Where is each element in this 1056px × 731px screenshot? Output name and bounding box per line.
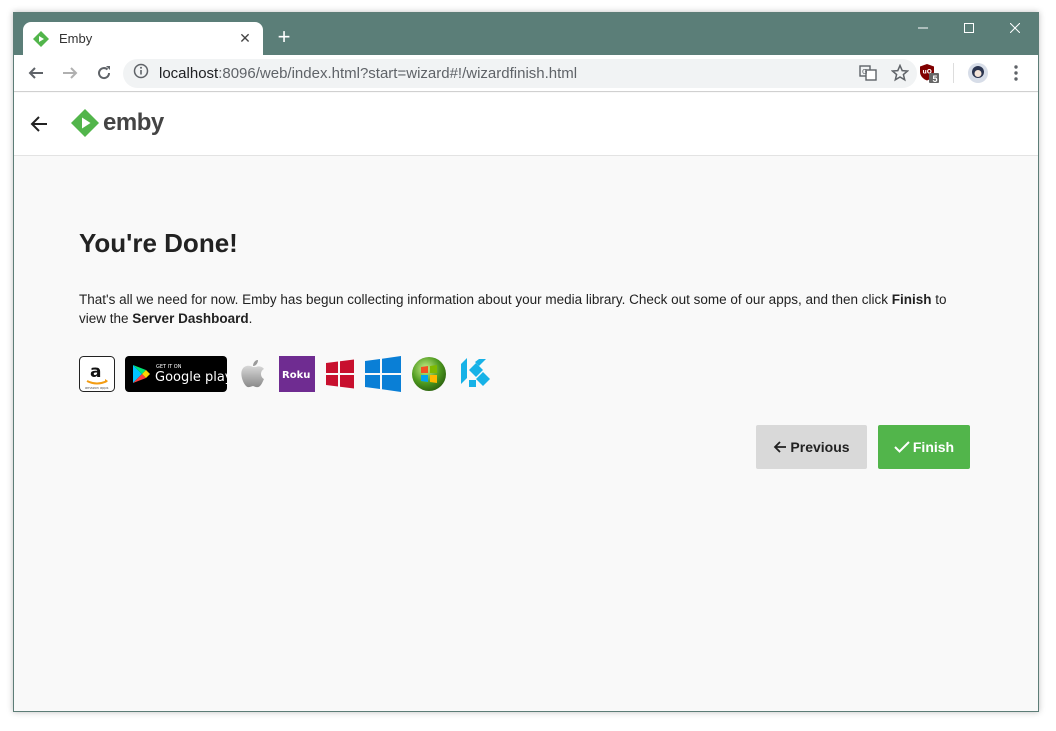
ublock-extension-icon[interactable]: uO 5 xyxy=(915,59,943,87)
desc-finish: Finish xyxy=(891,292,932,307)
roku-app-icon[interactable]: Roku xyxy=(279,355,315,392)
finish-label: Finish xyxy=(912,439,955,455)
svg-text:amazon apps: amazon apps xyxy=(85,386,109,390)
roku-label: Roku xyxy=(282,370,310,381)
windows-store-app-icon[interactable] xyxy=(325,356,355,392)
browser-window: Emby ✕ + localhost:8096/web/index.html?s… xyxy=(13,12,1039,712)
toolbar-divider xyxy=(953,63,954,83)
arrow-left-icon xyxy=(774,441,787,453)
logo-text: emby xyxy=(103,109,164,136)
svg-text:a: a xyxy=(90,362,101,382)
new-tab-icon[interactable]: + xyxy=(272,26,296,50)
bookmark-star-icon[interactable] xyxy=(890,63,910,87)
previous-label: Previous xyxy=(790,439,850,455)
google-play-label: Google play xyxy=(155,370,227,385)
minimize-icon[interactable] xyxy=(900,13,946,43)
browser-tab[interactable]: Emby ✕ xyxy=(23,22,263,55)
url-path: :8096/web/index.html?start=wizard#!/wiza… xyxy=(218,65,578,82)
desc-text-1: That's all we need for now. Emby has beg… xyxy=(79,292,892,307)
windows-media-center-icon[interactable] xyxy=(411,356,447,392)
app-header: emby xyxy=(14,93,1038,156)
app-back-arrow-icon[interactable] xyxy=(26,111,52,137)
page-description: That's all we need for now. Emby has beg… xyxy=(79,290,969,328)
desc-dashboard: Server Dashboard xyxy=(132,311,249,326)
tab-close-icon[interactable]: ✕ xyxy=(237,30,253,47)
maximize-icon[interactable] xyxy=(946,13,992,43)
emby-logo-icon xyxy=(71,109,99,137)
title-bar: Emby ✕ + xyxy=(14,13,1038,55)
svg-text:G: G xyxy=(862,68,867,76)
app-icons-row: a amazon apps GET IT ON Google play Roku xyxy=(79,355,501,392)
finish-button[interactable]: Finish xyxy=(878,425,970,469)
reload-icon[interactable] xyxy=(88,57,120,89)
google-play-app-icon[interactable]: GET IT ON Google play xyxy=(125,355,227,392)
apple-app-icon[interactable] xyxy=(237,356,269,392)
page-title: You're Done! xyxy=(79,228,238,258)
url-text: localhost:8096/web/index.html?start=wiza… xyxy=(159,65,577,82)
close-window-icon[interactable] xyxy=(992,13,1038,43)
extension-badge: 5 xyxy=(932,73,938,84)
checkmark-icon xyxy=(894,441,910,453)
address-bar[interactable]: localhost:8096/web/index.html?start=wiza… xyxy=(123,59,917,88)
browser-toolbar: localhost:8096/web/index.html?start=wiza… xyxy=(14,55,1038,92)
previous-button[interactable]: Previous xyxy=(756,425,867,469)
kodi-app-icon[interactable] xyxy=(457,356,491,392)
translate-icon[interactable]: G xyxy=(859,64,877,87)
amazon-app-icon[interactable]: a amazon apps xyxy=(79,355,115,392)
windows-app-icon[interactable] xyxy=(365,355,401,392)
menu-kebab-icon[interactable] xyxy=(1002,59,1030,87)
emby-favicon-icon xyxy=(33,30,49,47)
tab-title: Emby xyxy=(59,31,93,46)
profile-avatar[interactable] xyxy=(964,59,992,87)
desc-text-end: . xyxy=(248,311,253,326)
emby-logo[interactable]: emby xyxy=(71,109,164,137)
url-host: localhost xyxy=(159,65,219,82)
info-icon[interactable] xyxy=(133,63,149,84)
back-arrow-icon[interactable] xyxy=(20,57,52,89)
window-controls xyxy=(900,13,1038,43)
forward-arrow-icon[interactable] xyxy=(54,57,86,89)
